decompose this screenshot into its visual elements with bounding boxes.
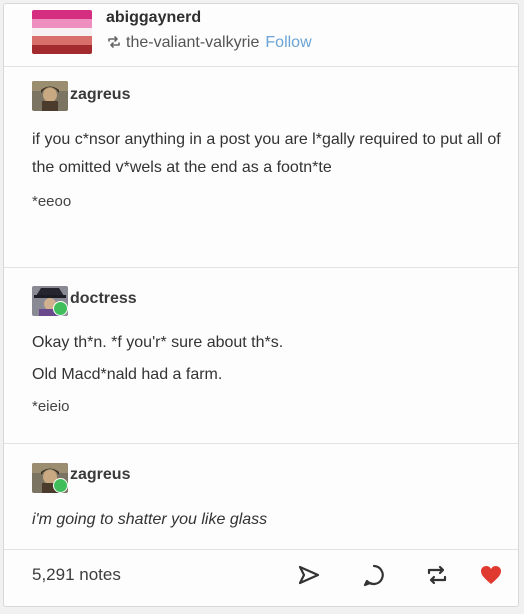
post-text-line: Okay th*n. *f you'r* sure about th*s. [32,334,284,351]
reblog-source-row: the-valiant-valkyrie Follow [106,34,312,54]
post-3: zagreus i'm going to shatter you like gl… [4,444,518,549]
follow-button[interactable]: Follow [265,34,311,51]
post-body: i'm going to shatter you like glass [32,506,502,534]
doctress-avatar[interactable] [32,286,68,316]
post-username[interactable]: zagreus [70,86,130,104]
post-username[interactable]: zagreus [70,466,130,484]
post-footnote: *eeoo [32,193,72,210]
blog-avatar[interactable] [32,10,92,54]
zagreus-avatar[interactable] [32,463,68,493]
blog-username[interactable]: abiggaynerd [106,9,201,27]
reblog-badge-icon [53,301,68,316]
post-body: Okay th*n. *f you'r* sure about th*s. Ol… [32,329,502,421]
post-header: abiggaynerd the-valiant-valkyrie Follow [4,4,518,66]
post-username[interactable]: doctress [70,290,137,308]
zagreus-avatar[interactable] [32,81,68,111]
notes-count[interactable]: 5,291 notes [32,565,121,585]
reblog-icon[interactable] [424,562,450,588]
post-body: if you c*nsor anything in a post you are… [32,126,502,216]
post-1: zagreus if you c*nsor anything in a post… [4,67,518,267]
post-2: doctress Okay th*n. *f you'r* sure about… [4,268,518,443]
post-footer: 5,291 notes [4,552,518,602]
reblog-small-icon [106,35,122,54]
reply-icon[interactable] [361,562,387,588]
share-icon[interactable] [296,562,322,588]
post-text: i'm going to shatter you like glass [32,511,268,528]
reblog-badge-icon [53,478,68,493]
post-card: abiggaynerd the-valiant-valkyrie Follow z… [3,3,519,607]
post-footnote: *eieio [32,398,70,415]
reblog-source-username[interactable]: the-valiant-valkyrie [126,34,259,51]
post-text: if you c*nsor anything in a post you are… [32,131,501,176]
divider [4,549,518,550]
like-icon[interactable] [478,562,504,588]
post-text-line: Old Macd*nald had a farm. [32,366,223,383]
